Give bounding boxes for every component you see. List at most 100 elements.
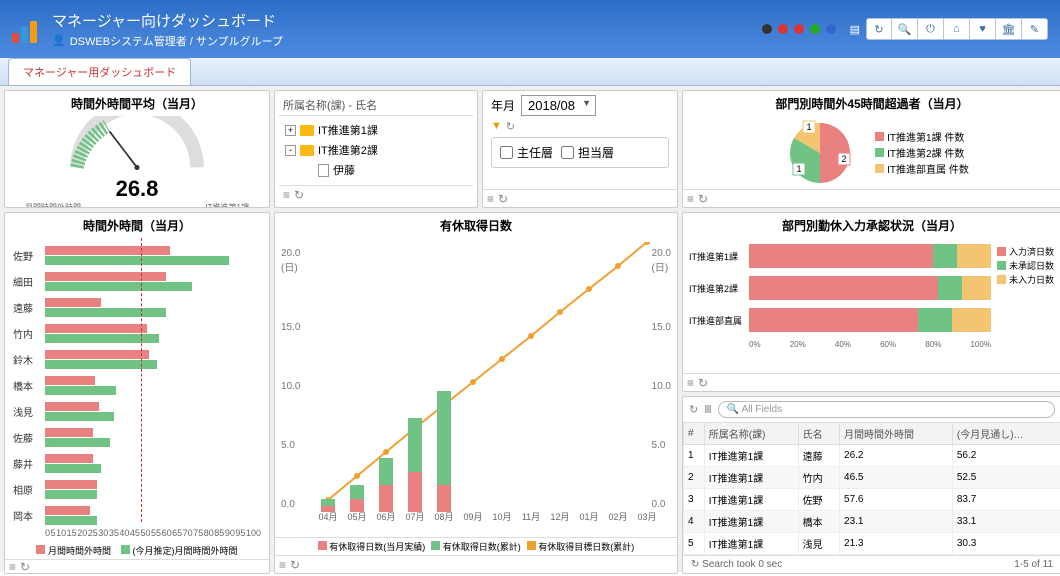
table-row[interactable]: 2IT推進第1課竹内46.552.5 [684, 467, 1060, 489]
menu-icon[interactable]: ≡ [687, 192, 694, 206]
checkbox-staff[interactable]: 担当層 [561, 144, 614, 161]
user-label: DSWEBシステム管理者 / サンプルグループ [70, 33, 283, 49]
header-button[interactable]: 🔍 [892, 18, 918, 40]
gauge-chart [47, 116, 227, 176]
table-row[interactable]: 3IT推進第1課佐野57.683.7 [684, 489, 1060, 511]
tree-item[interactable]: + IT推進第1課 [281, 120, 471, 140]
refresh-icon[interactable]: ↻ [20, 560, 30, 574]
app-user: 👤 DSWEBシステム管理者 / サンプルグループ [52, 33, 283, 49]
refresh-icon[interactable]: ↻ [294, 188, 304, 202]
panel-hbar: 時間外時間（当月） 佐野細田遠藤竹内鈴木橋本浅見佐藤藤井相原岡本05101520… [4, 212, 270, 574]
app-header: マネージャー向けダッシュボード 👤 DSWEBシステム管理者 / サンプルグルー… [0, 0, 1060, 58]
refresh-icon[interactable]: ↻ [498, 192, 508, 206]
gauge-right-label: IT推進第1課 [205, 202, 249, 208]
tab-bar: マネージャー用ダッシュボード [0, 58, 1060, 86]
svg-text:10月: 10月 [492, 512, 511, 522]
table-header[interactable]: (今月見通し)… [952, 423, 1060, 445]
pie-title: 部門別時間外45時間超過者（当月） [683, 91, 1060, 116]
svg-text:08月: 08月 [434, 512, 453, 522]
pie-legend: IT推進第1課 件数IT推進第2課 件数IT推進部直属 件数 [875, 128, 969, 177]
table-row[interactable]: 1IT推進第1課遠藤26.256.2 [684, 445, 1060, 467]
stacked-title: 部門別勤休入力承認状況（当月） [683, 213, 1060, 238]
funnel-icon[interactable]: ▼ [491, 120, 502, 133]
svg-text:1: 1 [807, 122, 812, 132]
svg-text:04月: 04月 [318, 512, 337, 522]
svg-text:11月: 11月 [522, 512, 540, 522]
tree-body[interactable]: + IT推進第1課- IT推進第2課 伊藤 [279, 116, 473, 185]
hbar-title: 時間外時間（当月） [5, 213, 269, 238]
table-header[interactable]: 氏名 [798, 423, 839, 445]
refresh-icon[interactable]: ↻ [506, 120, 515, 133]
hbar-legend-b: (今月推定)月間時間外時間 [121, 544, 238, 557]
app-title: マネージャー向けダッシュボード [52, 10, 283, 31]
user-icon: 👤 [52, 34, 66, 47]
month-select[interactable]: 2018/08 [521, 95, 596, 116]
panel-gauge: 時間外時間平均（当月） 26.8 月間時間外時間 IT推進第1課 ≡ ↻ [4, 90, 270, 208]
hbar-legend-a: 月間時間外時間 [36, 544, 111, 557]
header-button[interactable]: ↻ [866, 18, 892, 40]
svg-text:05月: 05月 [347, 512, 366, 522]
refresh-icon[interactable]: ↻ [290, 558, 300, 572]
line-legend: 有休取得日数(当月実績) 有休取得日数(累計) 有休取得目標日数(累計) [275, 537, 677, 555]
svg-text:2: 2 [842, 154, 847, 164]
gauge-value: 26.8 [116, 176, 159, 202]
checkbox-a-label: 主任層 [517, 144, 553, 161]
apps-icon[interactable]: ▤ [850, 23, 860, 36]
panel-filter: 年月 2018/08 ▼ ↻ 主任層 担当層 ≡ ↻ [482, 90, 678, 208]
menu-icon[interactable]: ≡ [279, 558, 286, 572]
svg-text:06月: 06月 [376, 512, 395, 522]
table-row[interactable]: 5IT推進第1課浅見21.330.3 [684, 533, 1060, 555]
tree-item[interactable]: - IT推進第2課 [281, 140, 471, 160]
refresh-icon[interactable]: ↻ [698, 192, 708, 206]
svg-text:1: 1 [797, 164, 802, 174]
checkbox-supervisor[interactable]: 主任層 [500, 144, 553, 161]
header-toolbar: ↻🔍⏻⌂♥🏛✎ [866, 18, 1048, 40]
hbar-chart: 佐野細田遠藤竹内鈴木橋本浅見佐藤藤井相原岡本051015202530354045… [5, 238, 269, 542]
line-chart: 20.0 (日)15.010.05.00.0 20.0 (日)15.010.05… [275, 238, 677, 537]
svg-text:12月: 12月 [550, 512, 569, 522]
table-header[interactable]: 月間時間外時間 [840, 423, 953, 445]
panel-tree: 所属名称(課) - 氏名 + IT推進第1課- IT推進第2課 伊藤 ≡ ↻ [274, 90, 478, 208]
header-button[interactable]: ⌂ [944, 18, 970, 40]
line-title: 有休取得日数 [275, 213, 677, 238]
checkbox-b-label: 担当層 [578, 144, 614, 161]
menu-icon[interactable]: ≡ [487, 192, 494, 206]
pie-chart: 2 1 1 [775, 118, 865, 188]
stacked-chart: IT推進第1課IT推進第2課IT推進部直属0%20%40%60%80%100% [689, 244, 991, 367]
menu-icon[interactable]: ≡ [687, 376, 694, 390]
table-page: 1-5 of 11 [1014, 559, 1053, 570]
table-header[interactable]: # [684, 423, 705, 445]
panel-pie: 部門別時間外45時間超過者（当月） 2 1 1 IT推進第1課 件数IT推進第2… [682, 90, 1060, 208]
data-table: #所属名称(課)氏名月間時間外時間(今月見通し)… 1IT推進第1課遠藤26.2… [683, 422, 1060, 555]
app-logo [12, 15, 40, 43]
table-header[interactable]: 所属名称(課) [704, 423, 798, 445]
search-input[interactable]: 🔍 All Fields [718, 401, 1055, 418]
panel-stacked: 部門別勤休入力承認状況（当月） IT推進第1課IT推進第2課IT推進部直属0%2… [682, 212, 1060, 392]
gauge-left-label: 月間時間外時間 [25, 202, 81, 208]
svg-text:09月: 09月 [463, 512, 482, 522]
tab-dashboard[interactable]: マネージャー用ダッシュボード [8, 58, 191, 85]
header-button[interactable]: 🏛 [996, 18, 1022, 40]
columns-icon[interactable]: Ⅲ [704, 403, 712, 416]
menu-icon[interactable]: ≡ [283, 188, 290, 202]
status-dots [762, 24, 836, 34]
tree-header: 所属名称(課) - 氏名 [279, 95, 473, 116]
panel-table: ↻ Ⅲ 🔍 All Fields #所属名称(課)氏名月間時間外時間(今月見通し… [682, 396, 1060, 574]
menu-icon[interactable]: ≡ [9, 560, 16, 574]
header-button[interactable]: ✎ [1022, 18, 1048, 40]
svg-text:07月: 07月 [405, 512, 424, 522]
gauge-title: 時間外時間平均（当月） [5, 91, 269, 116]
table-status: Search took 0 sec [702, 559, 782, 570]
svg-text:01月: 01月 [579, 512, 598, 522]
tree-item[interactable]: 伊藤 [281, 160, 471, 180]
svg-text:03月: 03月 [637, 512, 656, 522]
header-button[interactable]: ⏻ [918, 18, 944, 40]
stacked-legend: 入力済日数未承認日数未入力日数 [997, 244, 1055, 367]
refresh-icon[interactable]: ↻ [698, 376, 708, 390]
panel-line: 有休取得日数 20.0 (日)15.010.05.00.0 20.0 (日)15… [274, 212, 678, 574]
refresh-icon[interactable]: ↻ [689, 403, 698, 416]
svg-text:02月: 02月 [608, 512, 627, 522]
filter-label: 年月 [491, 97, 515, 114]
header-button[interactable]: ♥ [970, 18, 996, 40]
table-row[interactable]: 4IT推進第1課橋本23.133.1 [684, 511, 1060, 533]
